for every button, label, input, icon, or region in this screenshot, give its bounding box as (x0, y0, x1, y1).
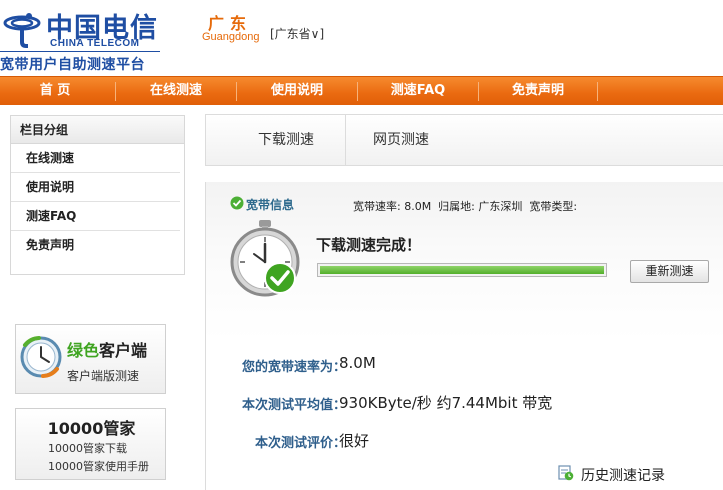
nav-divider (597, 82, 598, 101)
tab-divider (345, 115, 346, 165)
manager-download-link[interactable]: 10000管家下载 (48, 440, 127, 456)
client-promo-subtitle: 客户端版测速 (67, 369, 140, 383)
rate-value: 8.0M (339, 354, 376, 372)
manager-promo: 10000管家 10000管家下载 10000管家使用手册 (15, 408, 166, 480)
stopwatch-icon (230, 220, 300, 297)
sidebar-item-online-test[interactable]: 在线测速 (11, 144, 180, 173)
sidebar-heading: 栏目分组 (11, 116, 184, 144)
tab-web-test[interactable]: 网页测速 (356, 115, 446, 165)
sidebar-menu: 栏目分组 在线测速 使用说明 测速FAQ 免责声明 (10, 115, 185, 275)
tab-download-test[interactable]: 下载测速 (241, 115, 331, 165)
nav-instructions[interactable]: 使用说明 (237, 77, 357, 106)
manager-manual-link[interactable]: 10000管家使用手册 (48, 458, 149, 474)
client-clock-icon (20, 336, 62, 378)
history-icon[interactable] (557, 464, 574, 481)
broadband-info-title: 宽带信息 (246, 198, 295, 212)
rating-label: 本次测试评价： (254, 436, 346, 451)
logo-divider (0, 51, 160, 52)
province-name-en: Guangdong (202, 31, 260, 43)
sidebar-item-disclaimer[interactable]: 免责声明 (11, 231, 180, 260)
test-complete-message: 下载测速完成！ (316, 236, 422, 254)
site-name: 宽带用户自助测速平台 (0, 57, 145, 73)
logo-subtitle: CHINA TELECOM (50, 38, 140, 49)
rate-label: 您的宽带速率为： (241, 360, 346, 375)
manager-promo-title: 10000管家 (47, 419, 136, 438)
sidebar-item-instructions[interactable]: 使用说明 (11, 173, 180, 202)
check-icon (230, 196, 244, 210)
china-telecom-logo-icon (3, 13, 41, 48)
nav-online-test[interactable]: 在线测速 (116, 77, 236, 106)
average-label: 本次测试平均值： (241, 398, 346, 413)
broadband-info-line: 宽带速率: 8.0M 归属地: 广东深圳 宽带类型: (353, 200, 578, 213)
main-content: 下载测速 网页测速 宽带信息 宽带速率: 8.0M 归属地: 广东深圳 宽带类型… (205, 114, 723, 490)
client-download-promo[interactable]: 绿色客户端 客户端版测速 (15, 324, 166, 394)
average-value: 930KByte/秒 约7.44Mbit 带宽 (339, 394, 553, 412)
sidebar-item-faq[interactable]: 测速FAQ (11, 202, 180, 231)
test-progress-bar (317, 263, 607, 277)
nav-faq[interactable]: 测速FAQ (358, 77, 478, 106)
nav-home[interactable]: 首 页 (0, 77, 110, 106)
retest-button[interactable]: 重新测速 (630, 260, 709, 283)
header: 中国电信 CHINA TELECOM 宽带用户自助测速平台 广东 Guangdo… (0, 0, 723, 76)
main-nav: 首 页 在线测速 使用说明 测速FAQ 免责声明 (0, 76, 723, 105)
history-link[interactable]: 历史测速记录 (581, 465, 665, 485)
sidebar: 栏目分组 在线测速 使用说明 测速FAQ 免责声明 绿色客户端 客户端版测速 1… (10, 115, 185, 490)
rating-value: 很好 (339, 432, 370, 450)
province-select[interactable]: [广东省∨] (270, 25, 324, 42)
test-progress-fill (320, 266, 604, 274)
nav-disclaimer[interactable]: 免责声明 (479, 77, 597, 106)
client-promo-title: 绿色客户端 (67, 341, 148, 360)
test-tabs: 下载测速 网页测速 (205, 114, 723, 166)
test-panel: 宽带信息 宽带速率: 8.0M 归属地: 广东深圳 宽带类型: 下载测速完成！ … (205, 182, 723, 490)
